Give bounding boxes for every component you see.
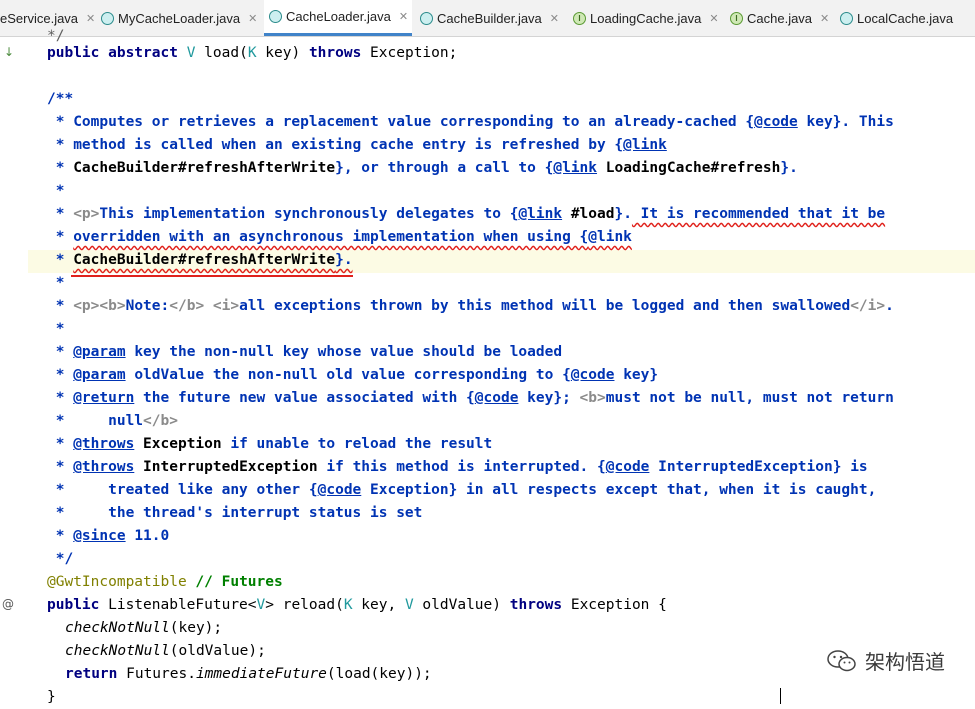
red-underline [71, 275, 353, 277]
close-icon[interactable]: ✕ [86, 12, 95, 25]
code-editor[interactable]: */ public abstract V load(K key) throws … [28, 28, 975, 705]
code-line: checkNotNull(oldValue); [65, 643, 266, 659]
tab-label: CacheBuilder.java [437, 10, 542, 26]
override-marker-icon[interactable]: @ [2, 597, 14, 611]
close-icon[interactable]: ✕ [399, 10, 408, 23]
tab-label: MyCacheLoader.java [118, 10, 241, 26]
code-line: } [47, 689, 56, 705]
class-icon [840, 11, 853, 25]
class-icon [269, 10, 282, 23]
code-line: @GwtIncompatible // Futures [47, 574, 283, 590]
interface-icon: I [573, 11, 586, 25]
tab-label: CacheLoader.java [286, 9, 391, 24]
interface-icon: I [730, 11, 743, 25]
tab-localcache[interactable]: LocalCache.java [840, 0, 975, 36]
code-line: public abstract V load(K key) throws Exc… [47, 45, 458, 61]
tab-mycacheloader[interactable]: MyCacheLoader.java ✕ [101, 0, 261, 36]
close-icon[interactable]: ✕ [248, 12, 257, 25]
close-icon[interactable]: ✕ [550, 12, 559, 25]
close-icon[interactable]: ✕ [820, 12, 829, 25]
tab-cache[interactable]: I Cache.java ✕ [730, 0, 832, 36]
code-line: return Futures.immediateFuture(load(key)… [65, 666, 432, 682]
code-line: * @return the future new value associate… [47, 390, 894, 406]
tab-cacheloader[interactable]: CacheLoader.java ✕ [264, 0, 412, 36]
recommendation-text-highlight: It is recommended that it be [631, 206, 886, 222]
code-line: * Computes or retrieves a replacement va… [47, 114, 894, 130]
watermark-text: 架构悟道 [865, 650, 945, 674]
recommendation-text-highlight: CacheBuilder#refreshAfterWrite [73, 252, 336, 268]
tab-label: eService.java [0, 10, 79, 26]
code-line: */ [47, 551, 74, 567]
tab-loadingcache[interactable]: I LoadingCache.java ✕ [573, 0, 721, 36]
wechat-icon [827, 649, 856, 671]
code-line: * [47, 183, 65, 199]
code-line: * <p><b>Note:</b> <i>all exceptions thro… [47, 298, 894, 314]
editor-gutter[interactable]: ↓ @ [0, 37, 28, 705]
code-line: * @since 11.0 [47, 528, 170, 544]
tab-label: LocalCache.java [857, 10, 954, 26]
code-line: * null</b> [47, 413, 178, 429]
code-line: * treated like any other {@code Exceptio… [47, 482, 877, 498]
code-line: checkNotNull(key); [65, 620, 223, 636]
mouse-text-cursor [780, 688, 781, 704]
code-line: * [47, 275, 65, 291]
code-line: * [47, 321, 65, 337]
code-line: * @throws Exception if unable to reload … [47, 436, 493, 452]
code-line: * @param oldValue the non-null old value… [47, 367, 659, 383]
recommendation-text-highlight: overridden with an asynchronous implemen… [73, 229, 589, 245]
class-icon [101, 11, 114, 25]
tab-label: Cache.java [747, 10, 813, 26]
tab-label: LoadingCache.java [590, 10, 702, 26]
code-line: * overridden with an asynchronous implem… [47, 229, 632, 245]
implemented-method-icon[interactable]: ↓ [4, 45, 14, 59]
code-line: public ListenableFuture<V> reload(K key,… [47, 597, 667, 613]
tab-cachebuilder[interactable]: CacheBuilder.java ✕ [420, 0, 566, 36]
editor-tab-bar: eService.java ✕ MyCacheLoader.java ✕ Cac… [0, 0, 975, 37]
watermark: 架构悟道 [827, 646, 945, 675]
code-line: * CacheBuilder#refreshAfterWrite}, or th… [47, 160, 798, 176]
code-line: * <p>This implementation synchronously d… [47, 206, 886, 222]
code-line: * @param key the non-null key whose valu… [47, 344, 563, 360]
code-line: /** [47, 91, 74, 107]
code-line: * method is called when an existing cach… [47, 137, 667, 153]
close-icon[interactable]: ✕ [709, 12, 718, 25]
class-icon [420, 11, 433, 25]
code-line: * CacheBuilder#refreshAfterWrite}. [47, 252, 353, 268]
code-line: * @throws InterruptedException if this m… [47, 459, 868, 475]
code-line: * the thread's interrupt status is set [47, 505, 423, 521]
